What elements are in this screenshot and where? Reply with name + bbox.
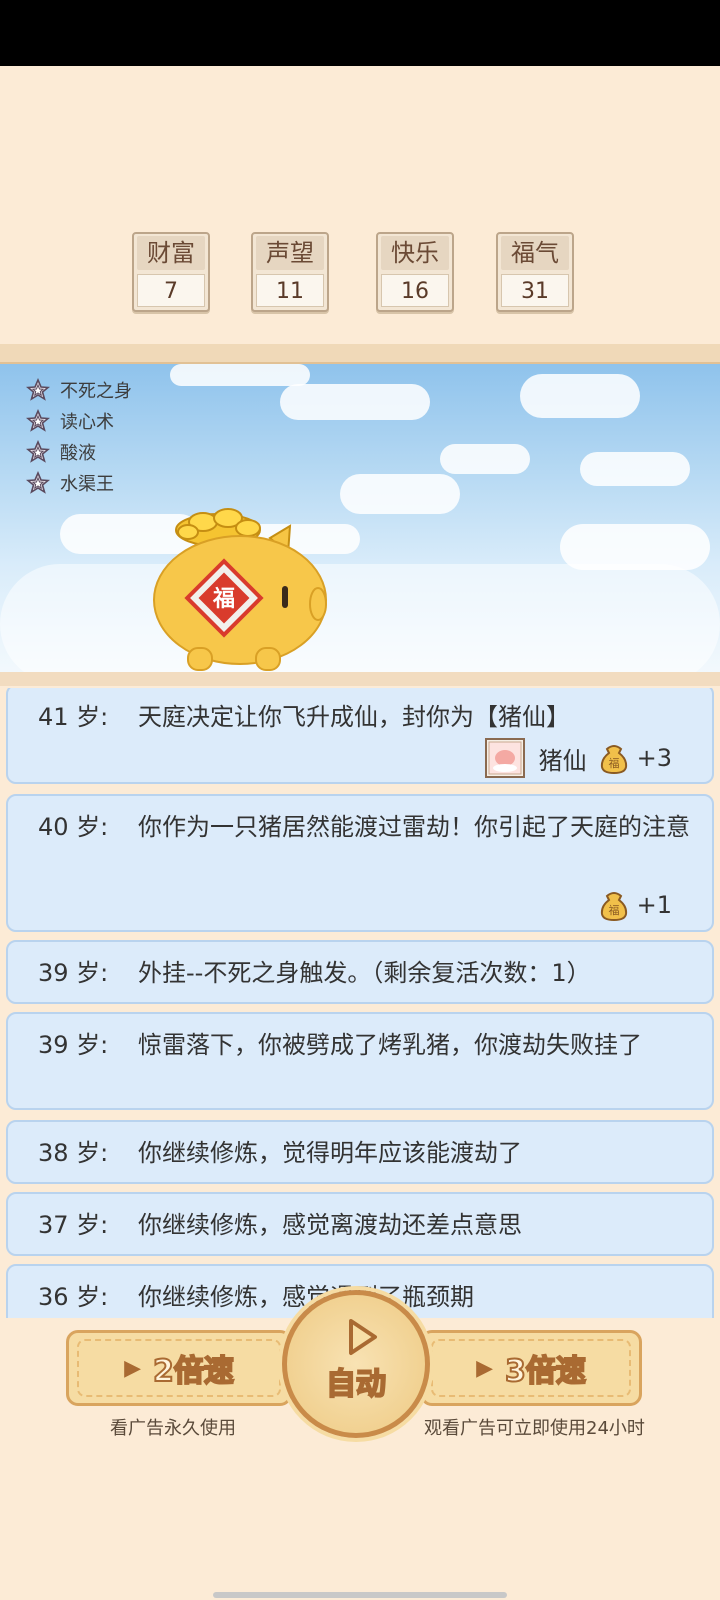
log-entry: 38 岁: 你继续修炼，觉得明年应该能渡劫了 [6, 1120, 714, 1184]
scene-frame [0, 344, 720, 364]
speed-3x-label: 3倍速 [504, 1353, 587, 1390]
cloud [340, 474, 460, 514]
stat-value: 16 [381, 274, 449, 307]
fortune-bag-icon: 福 [600, 892, 627, 922]
log-text: 惊雷落下，你被劈成了烤乳猪，你渡劫失败挂了 [138, 1031, 642, 1059]
auto-label: 自动 [325, 1366, 387, 1403]
fortune-bag-icon: 福 [600, 745, 627, 775]
log-text: 你继续修炼，感觉离渡劫还差点意思 [138, 1211, 522, 1239]
log-entry: 37 岁: 你继续修炼，感觉离渡劫还差点意思 [6, 1192, 714, 1256]
stats-panel: 财富 7 声望 11 快乐 16 福气 31 [0, 232, 720, 312]
log-text: 你继续修炼，感觉遇到了瓶颈期 [138, 1283, 474, 1311]
cloud [520, 374, 640, 418]
cloud-bank [0, 564, 720, 674]
log-age: 39 岁: [38, 1031, 109, 1059]
log-age: 37 岁: [38, 1211, 109, 1239]
cloud [280, 384, 430, 420]
skill-label: 水渠王 [60, 473, 114, 495]
reward-value: +1 [636, 891, 672, 919]
log-age: 39 岁: [38, 959, 109, 987]
event-log[interactable]: 41 岁: 天庭决定让你飞升成仙，封你为【猪仙】 猪仙 福 +3 40 岁: 你作为… [0, 688, 720, 1318]
cloud [580, 452, 690, 486]
log-entry: 41 岁: 天庭决定让你飞升成仙，封你为【猪仙】 猪仙 福 +3 [6, 688, 714, 784]
stat-label: 声望 [256, 236, 324, 270]
svg-text:福: 福 [608, 756, 619, 770]
stat-label: 快乐 [381, 236, 449, 270]
cloud [440, 444, 530, 474]
star-icon [26, 377, 50, 401]
speed-2x-button[interactable]: ▶ 2倍速 [66, 1330, 292, 1406]
auto-button[interactable]: 自动 [282, 1290, 430, 1438]
pig-badge-char: 福 [212, 587, 235, 612]
stat-happiness: 快乐 16 [376, 232, 454, 312]
home-indicator[interactable] [213, 1592, 507, 1598]
stat-label: 财富 [137, 236, 205, 270]
skill-item: 读心术 [26, 405, 132, 436]
skill-item: 水渠王 [26, 467, 132, 498]
pig-character: 福 [153, 508, 327, 671]
log-text: 天庭决定让你飞升成仙，封你为【猪仙】 [138, 703, 570, 731]
log-age: 40 岁: [38, 813, 109, 841]
speed-3x-hint: 观看广告可立即使用24小时 [424, 1418, 645, 1439]
log-text: 外挂--不死之身触发。（剩余复活次数：1） [138, 959, 591, 987]
skill-item: 酸液 [26, 436, 132, 467]
skill-label: 不死之身 [60, 380, 132, 402]
log-age: 36 岁: [38, 1283, 109, 1311]
speed-2x-hint: 看广告永久使用 [110, 1418, 236, 1439]
stat-fortune: 福气 31 [496, 232, 574, 312]
log-entry: 39 岁: 外挂--不死之身触发。（剩余复活次数：1） [6, 940, 714, 1004]
stat-wealth: 财富 7 [132, 232, 210, 312]
skill-label: 读心术 [60, 411, 114, 433]
scene-ground [0, 672, 720, 686]
log-entry: 40 岁: 你作为一只猪居然能渡过雷劫！你引起了天庭的注意 福 +1 [6, 794, 714, 932]
star-icon [26, 439, 50, 463]
log-reward: 猪仙 福 +3 [484, 738, 672, 778]
log-text: 你继续修炼，觉得明年应该能渡劫了 [138, 1139, 522, 1167]
reward-title: 猪仙 [538, 746, 587, 775]
log-entry: 39 岁: 惊雷落下，你被劈成了烤乳猪，你渡劫失败挂了 [6, 1012, 714, 1110]
play-icon [349, 1319, 377, 1355]
stat-label: 福气 [501, 236, 569, 270]
reward-value: +3 [636, 744, 672, 772]
log-age: 41 岁: [38, 703, 109, 731]
stat-reputation: 声望 11 [251, 232, 329, 312]
svg-text:福: 福 [608, 903, 619, 917]
log-reward: 福 +1 [587, 888, 672, 922]
video-ad-icon: ▶ [476, 1355, 494, 1381]
stat-value: 7 [137, 274, 205, 307]
log-text: 你作为一只猪居然能渡过雷劫！你引起了天庭的注意 [138, 813, 690, 841]
stat-value: 31 [501, 274, 569, 307]
speed-2x-label: 2倍速 [152, 1353, 235, 1390]
skill-label: 酸液 [60, 442, 96, 464]
pig-immortal-portrait-icon [484, 738, 525, 778]
star-icon [26, 408, 50, 432]
stat-value: 11 [256, 274, 324, 307]
speed-3x-button[interactable]: ▶ 3倍速 [420, 1330, 642, 1406]
status-bar [0, 0, 720, 66]
play-icon: ▶ [124, 1355, 142, 1381]
star-icon [26, 470, 50, 494]
skill-list: 不死之身 读心术 酸液 水渠王 [26, 374, 132, 498]
skill-item: 不死之身 [26, 374, 132, 405]
cloud [170, 364, 310, 386]
log-age: 38 岁: [38, 1139, 109, 1167]
